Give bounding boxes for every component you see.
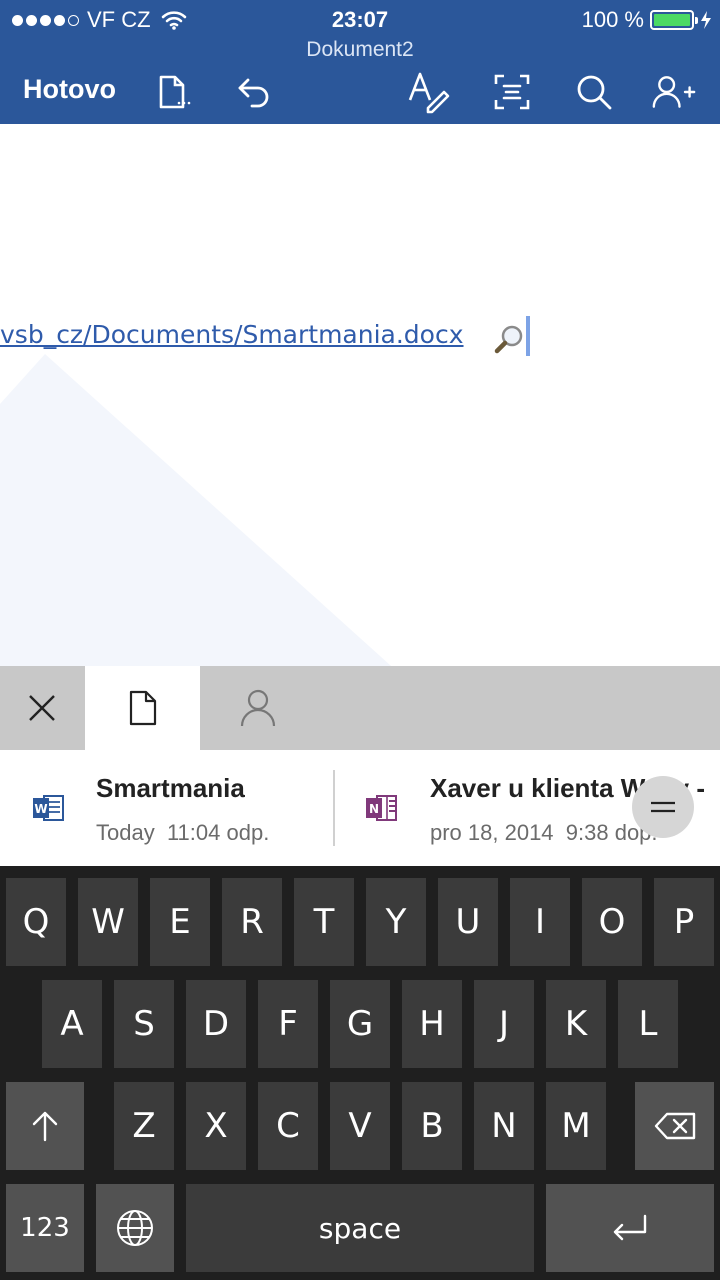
- person-icon: [240, 689, 275, 727]
- key-z[interactable]: Z: [114, 1082, 174, 1170]
- svg-text:N: N: [369, 802, 379, 816]
- document-canvas[interactable]: vsb_cz/Documents/Smartmania.docx: [0, 124, 720, 666]
- battery-percent: 100 %: [581, 7, 644, 32]
- recent-file-item[interactable]: W Smartmania Today 11:04 odp.: [0, 750, 333, 866]
- search-icon[interactable]: [572, 70, 616, 114]
- key-j[interactable]: J: [474, 980, 534, 1068]
- svg-text:W: W: [34, 802, 47, 816]
- file-modified: Today 11:04 odp.: [96, 820, 269, 846]
- tab-files[interactable]: [85, 666, 200, 750]
- expand-icon: [651, 801, 675, 813]
- language-key[interactable]: [96, 1184, 174, 1272]
- key-v[interactable]: V: [330, 1082, 390, 1170]
- close-panel-button[interactable]: [0, 666, 84, 750]
- key-x[interactable]: X: [186, 1082, 246, 1170]
- undo-icon[interactable]: [232, 70, 276, 114]
- backspace-key[interactable]: [635, 1082, 714, 1170]
- return-icon: [613, 1214, 647, 1241]
- status-right: 100 %: [582, 7, 712, 33]
- done-button[interactable]: Hotovo: [23, 74, 116, 105]
- file-menu-icon[interactable]: [150, 70, 194, 114]
- document-title: Dokument2: [306, 38, 414, 61]
- file-date: pro 18, 2014: [430, 820, 554, 845]
- numbers-key[interactable]: 123: [6, 1184, 84, 1272]
- key-p[interactable]: P: [654, 878, 714, 966]
- file-icon: [129, 690, 156, 726]
- key-n[interactable]: N: [474, 1082, 534, 1170]
- close-icon: [29, 695, 55, 721]
- key-o[interactable]: O: [582, 878, 642, 966]
- toolbar: Hotovo: [0, 66, 720, 118]
- watermark-shape: [0, 354, 392, 666]
- key-d[interactable]: D: [186, 980, 246, 1068]
- tab-people[interactable]: [200, 666, 315, 750]
- charging-icon: [701, 11, 711, 29]
- key-w[interactable]: W: [78, 878, 138, 966]
- format-text-icon[interactable]: [406, 70, 450, 114]
- magnifier-icon: [494, 325, 523, 354]
- reading-view-icon[interactable]: [490, 70, 534, 114]
- return-key[interactable]: [546, 1184, 714, 1272]
- file-time: 11:04 odp.: [166, 820, 270, 845]
- key-t[interactable]: T: [294, 878, 354, 966]
- key-e[interactable]: E: [150, 878, 210, 966]
- word-icon: W: [33, 795, 64, 821]
- shift-arrow-icon: [32, 1111, 58, 1142]
- battery-icon: [650, 10, 698, 30]
- key-b[interactable]: B: [402, 1082, 462, 1170]
- app-header: VF CZ 23:07 100 % Dokument2 Hotovo: [0, 0, 720, 124]
- globe-icon: [117, 1210, 153, 1246]
- expand-panel-button[interactable]: [632, 776, 694, 838]
- key-u[interactable]: U: [438, 878, 498, 966]
- insert-panel-tabs: [0, 666, 720, 750]
- key-a[interactable]: A: [42, 980, 102, 1068]
- space-key[interactable]: space: [186, 1184, 534, 1272]
- key-y[interactable]: Y: [366, 878, 426, 966]
- backspace-icon: [654, 1112, 695, 1140]
- text-cursor: [526, 316, 530, 356]
- file-date: Today: [96, 820, 155, 845]
- key-l[interactable]: L: [618, 980, 678, 1068]
- key-h[interactable]: H: [402, 980, 462, 1068]
- key-m[interactable]: M: [546, 1082, 606, 1170]
- onenote-icon: N: [366, 795, 397, 821]
- key-q[interactable]: Q: [6, 878, 66, 966]
- file-modified: pro 18, 2014 9:38 dop.: [430, 820, 658, 846]
- file-name: Smartmania: [96, 773, 245, 803]
- keyboard: Q W E R T Y U I O P A S D F G H J K L Z …: [0, 866, 720, 1280]
- document-hyperlink[interactable]: vsb_cz/Documents/Smartmania.docx: [0, 320, 464, 349]
- share-add-person-icon[interactable]: [652, 70, 696, 114]
- key-s[interactable]: S: [114, 980, 174, 1068]
- key-r[interactable]: R: [222, 878, 282, 966]
- recent-files-list: W Smartmania Today 11:04 odp. N Xaver u …: [0, 750, 720, 866]
- key-c[interactable]: C: [258, 1082, 318, 1170]
- status-bar: VF CZ 23:07 100 %: [0, 0, 720, 40]
- key-f[interactable]: F: [258, 980, 318, 1068]
- shift-key[interactable]: [6, 1082, 84, 1170]
- key-k[interactable]: K: [546, 980, 606, 1068]
- key-i[interactable]: I: [510, 878, 570, 966]
- key-g[interactable]: G: [330, 980, 390, 1068]
